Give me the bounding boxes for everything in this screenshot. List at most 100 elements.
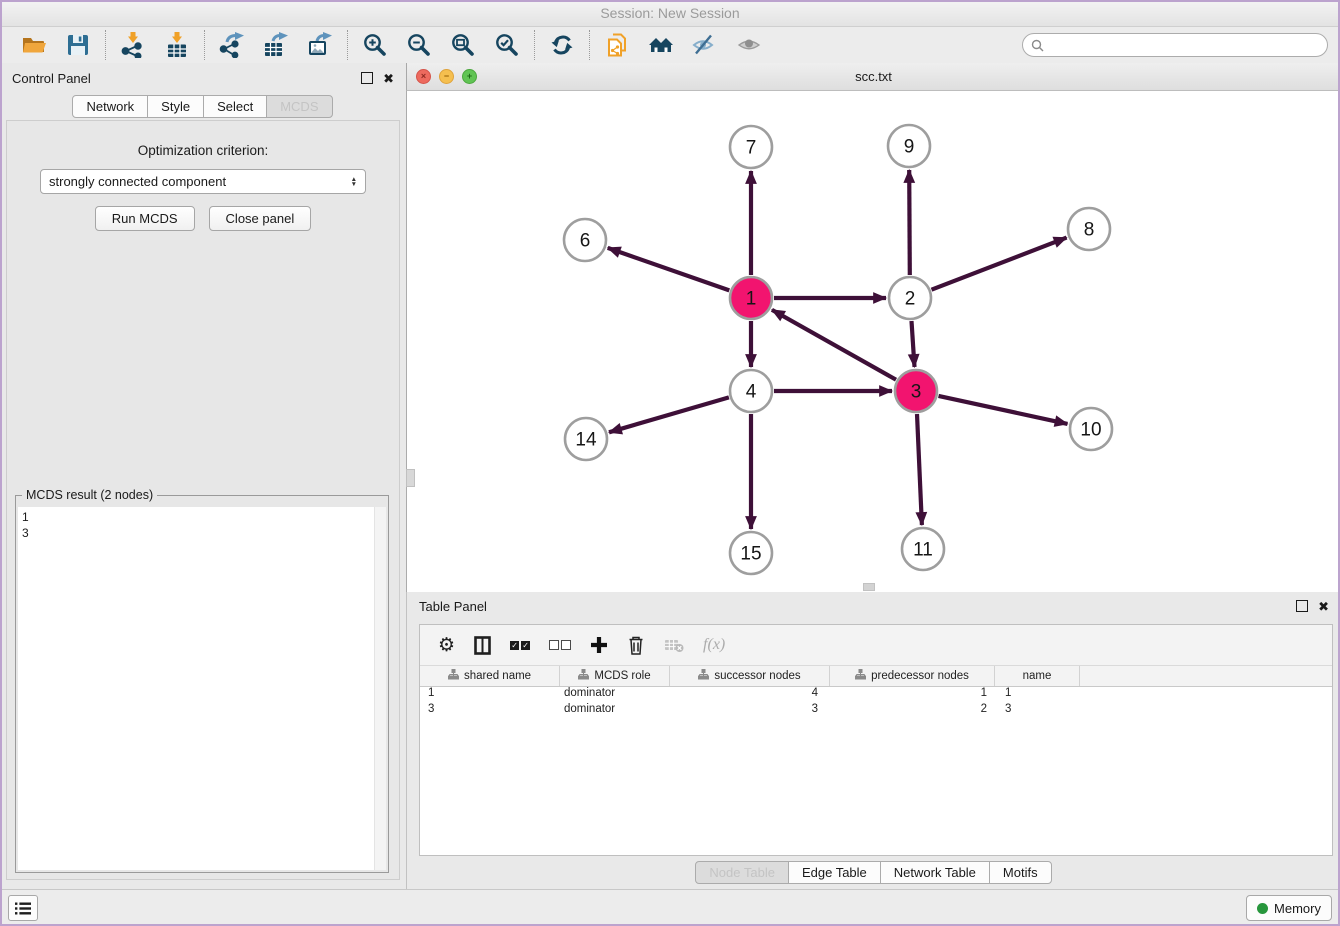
svg-text:2: 2 bbox=[905, 289, 916, 310]
graph-node-8[interactable]: 8 bbox=[1068, 208, 1110, 250]
edge-2-8[interactable] bbox=[932, 238, 1067, 290]
hscroll-grip[interactable] bbox=[863, 583, 875, 591]
search-input[interactable] bbox=[1050, 37, 1319, 53]
network-graph[interactable]: 7 9 6 8 1 2 4 3 14 10 15 11 bbox=[407, 91, 1340, 592]
table-cell[interactable]: 2 bbox=[830, 703, 995, 719]
graph-node-6[interactable]: 6 bbox=[564, 219, 606, 261]
import-table-icon[interactable] bbox=[164, 32, 190, 58]
network-canvas[interactable]: 7 9 6 8 1 2 4 3 14 10 15 11 bbox=[406, 91, 1340, 592]
tab-mcds[interactable]: MCDS bbox=[266, 95, 332, 118]
column-header-predecessor-nodes[interactable]: predecessor nodes bbox=[830, 666, 995, 686]
dropdown-stepper-icon: ▲▼ bbox=[351, 177, 357, 187]
graph-node-2[interactable]: 2 bbox=[889, 277, 931, 319]
svg-text:7: 7 bbox=[746, 138, 757, 159]
import-network-icon[interactable] bbox=[120, 32, 146, 58]
export-image-icon[interactable] bbox=[307, 32, 333, 58]
table-cell[interactable]: 1 bbox=[420, 687, 560, 703]
task-history-button[interactable] bbox=[8, 895, 38, 921]
search-icon bbox=[1031, 39, 1044, 52]
column-header-mcds-role[interactable]: MCDS role bbox=[560, 666, 670, 686]
table-cell[interactable]: dominator bbox=[560, 687, 670, 703]
column-header-name[interactable]: name bbox=[995, 666, 1080, 686]
close-panel-icon[interactable]: ✖ bbox=[383, 72, 394, 85]
tab-node-table[interactable]: Node Table bbox=[695, 861, 789, 884]
close-table-panel-icon[interactable]: ✖ bbox=[1318, 600, 1329, 613]
table-cell[interactable]: dominator bbox=[560, 703, 670, 719]
float-panel-icon[interactable] bbox=[361, 72, 373, 84]
svg-text:15: 15 bbox=[740, 544, 761, 565]
result-line: 3 bbox=[22, 525, 382, 541]
result-scrollbar[interactable] bbox=[374, 507, 386, 870]
table-settings-gear-icon[interactable]: ⚙ bbox=[438, 634, 455, 657]
run-mcds-button[interactable]: Run MCDS bbox=[95, 206, 195, 231]
graph-node-1[interactable]: 1 bbox=[730, 277, 772, 319]
delete-column-trash-icon[interactable] bbox=[627, 635, 645, 655]
search-box[interactable] bbox=[1022, 33, 1328, 57]
clone-network-icon[interactable] bbox=[604, 32, 630, 58]
export-network-icon[interactable] bbox=[219, 32, 245, 58]
tab-style[interactable]: Style bbox=[147, 95, 204, 118]
window-maximize-icon[interactable]: + bbox=[462, 69, 477, 84]
tab-edge-table[interactable]: Edge Table bbox=[788, 861, 881, 884]
table-cell[interactable]: 3 bbox=[995, 703, 1080, 719]
unselect-all-columns-icon[interactable] bbox=[549, 640, 571, 650]
show-details-eye-icon[interactable] bbox=[736, 32, 762, 58]
edge-1-6[interactable] bbox=[608, 248, 730, 291]
export-table-icon[interactable] bbox=[263, 32, 289, 58]
hide-details-eye-icon[interactable] bbox=[692, 32, 718, 58]
column-header-shared-name[interactable]: shared name bbox=[420, 666, 560, 686]
control-panel-tabs: NetworkStyleSelectMCDS bbox=[0, 95, 406, 118]
splitter-grip[interactable] bbox=[406, 469, 415, 487]
add-column-plus-icon[interactable] bbox=[590, 636, 608, 654]
float-table-panel-icon[interactable] bbox=[1296, 600, 1308, 612]
edge-3-1[interactable] bbox=[772, 310, 896, 380]
zoom-in-icon[interactable] bbox=[362, 32, 388, 58]
zoom-out-icon[interactable] bbox=[406, 32, 432, 58]
edge-3-11[interactable] bbox=[917, 414, 922, 525]
graph-node-15[interactable]: 15 bbox=[730, 532, 772, 574]
tab-network-table[interactable]: Network Table bbox=[880, 861, 990, 884]
main-toolbar bbox=[0, 27, 1340, 64]
zoom-fit-icon[interactable] bbox=[450, 32, 476, 58]
save-session-icon[interactable] bbox=[65, 32, 91, 58]
table-row[interactable]: 3dominator323 bbox=[420, 703, 1332, 719]
tab-motifs[interactable]: Motifs bbox=[989, 861, 1052, 884]
table-cell[interactable]: 4 bbox=[670, 687, 830, 703]
mcds-result-text[interactable]: 13 bbox=[18, 507, 386, 870]
column-header-label: shared name bbox=[464, 670, 531, 682]
zoom-selected-icon[interactable] bbox=[494, 32, 520, 58]
edge-2-9[interactable] bbox=[909, 170, 910, 275]
column-browser-icon[interactable] bbox=[474, 636, 491, 655]
graph-node-4[interactable]: 4 bbox=[730, 370, 772, 412]
column-header-successor-nodes[interactable]: successor nodes bbox=[670, 666, 830, 686]
close-panel-button[interactable]: Close panel bbox=[209, 206, 312, 231]
memory-label: Memory bbox=[1274, 901, 1321, 916]
graph-node-3[interactable]: 3 bbox=[895, 370, 937, 412]
window-close-icon[interactable]: × bbox=[416, 69, 431, 84]
home-layout-icon[interactable] bbox=[648, 32, 674, 58]
graph-node-14[interactable]: 14 bbox=[565, 418, 607, 460]
open-session-icon[interactable] bbox=[21, 32, 47, 58]
svg-text:10: 10 bbox=[1080, 420, 1101, 441]
graph-node-9[interactable]: 9 bbox=[888, 125, 930, 167]
tab-select[interactable]: Select bbox=[203, 95, 267, 118]
network-titlebar: scc.txt × − + bbox=[406, 63, 1340, 91]
refresh-icon[interactable] bbox=[549, 32, 575, 58]
graph-node-7[interactable]: 7 bbox=[730, 126, 772, 168]
table-row[interactable]: 1dominator411 bbox=[420, 687, 1332, 703]
edge-4-14[interactable] bbox=[609, 397, 729, 432]
table-cell[interactable]: 3 bbox=[670, 703, 830, 719]
optimization-dropdown[interactable]: strongly connected component ▲▼ bbox=[40, 169, 366, 194]
edge-3-10[interactable] bbox=[939, 396, 1068, 424]
graph-node-11[interactable]: 11 bbox=[902, 528, 944, 570]
window-minimize-icon[interactable]: − bbox=[439, 69, 454, 84]
table-cell[interactable]: 3 bbox=[420, 703, 560, 719]
graph-node-10[interactable]: 10 bbox=[1070, 408, 1112, 450]
table-cell[interactable]: 1 bbox=[830, 687, 995, 703]
memory-button[interactable]: Memory bbox=[1246, 895, 1332, 921]
select-all-columns-icon[interactable]: ✓✓ bbox=[510, 641, 530, 650]
app-titlebar: Session: New Session bbox=[0, 0, 1340, 27]
tab-network[interactable]: Network bbox=[72, 95, 148, 118]
edge-2-3[interactable] bbox=[912, 321, 915, 367]
table-cell[interactable]: 1 bbox=[995, 687, 1080, 703]
